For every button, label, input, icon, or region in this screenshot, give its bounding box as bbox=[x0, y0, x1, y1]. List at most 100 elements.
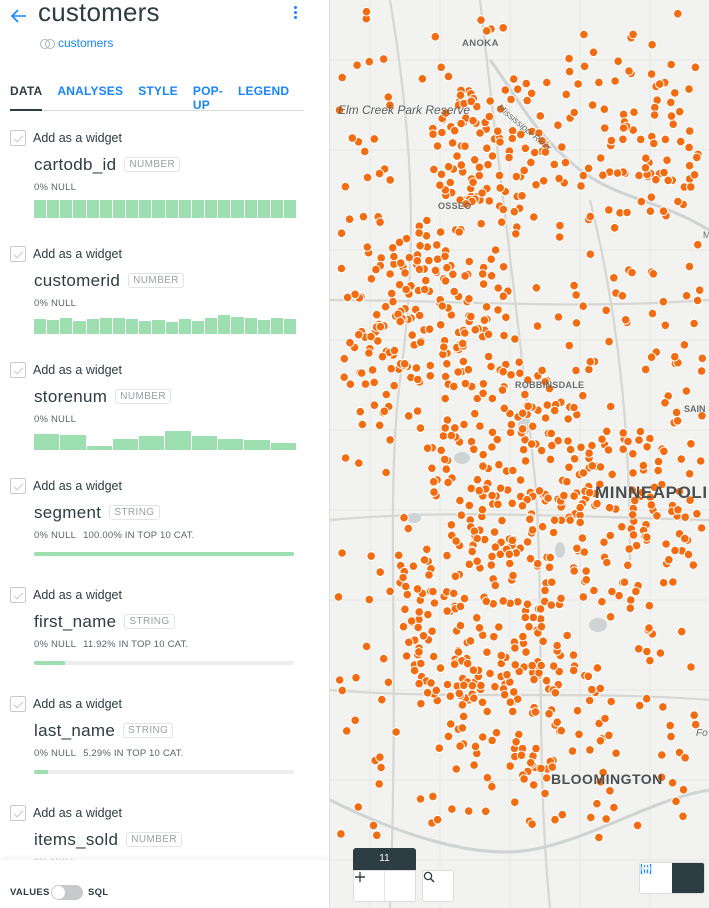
customer-point[interactable] bbox=[564, 462, 574, 473]
customer-point[interactable] bbox=[581, 575, 592, 585]
customer-point[interactable] bbox=[467, 680, 478, 691]
customer-point[interactable] bbox=[449, 659, 460, 670]
customer-point[interactable] bbox=[514, 357, 524, 368]
customer-point[interactable] bbox=[673, 8, 683, 19]
customer-point[interactable] bbox=[692, 509, 702, 519]
customer-point[interactable] bbox=[508, 570, 518, 581]
customer-point[interactable] bbox=[605, 612, 616, 622]
customer-point[interactable] bbox=[527, 421, 538, 432]
customer-point[interactable] bbox=[617, 291, 628, 301]
customer-point[interactable] bbox=[495, 137, 505, 147]
customer-point[interactable] bbox=[640, 163, 651, 173]
customer-point[interactable] bbox=[506, 94, 516, 105]
customer-point[interactable] bbox=[445, 691, 456, 702]
customer-point[interactable] bbox=[479, 315, 490, 326]
customer-point[interactable] bbox=[421, 275, 431, 286]
customer-point[interactable] bbox=[386, 288, 397, 299]
customer-point[interactable] bbox=[661, 539, 671, 549]
customer-point[interactable] bbox=[512, 84, 523, 94]
customer-point[interactable] bbox=[459, 593, 470, 604]
customer-point[interactable] bbox=[618, 134, 628, 145]
customer-point[interactable] bbox=[411, 363, 422, 373]
customer-point[interactable] bbox=[489, 631, 499, 642]
customer-point[interactable] bbox=[481, 302, 492, 312]
customer-point[interactable] bbox=[369, 377, 380, 388]
customer-point[interactable] bbox=[634, 435, 644, 445]
customer-point[interactable] bbox=[364, 348, 374, 358]
customer-point[interactable] bbox=[520, 143, 531, 154]
customer-point[interactable] bbox=[374, 168, 385, 179]
customer-point[interactable] bbox=[339, 353, 350, 364]
tab-pop-up[interactable]: POP-UP bbox=[193, 84, 223, 112]
customer-point[interactable] bbox=[477, 188, 487, 198]
customer-point[interactable] bbox=[684, 142, 694, 153]
customer-point[interactable] bbox=[552, 717, 562, 728]
customer-point[interactable] bbox=[508, 74, 519, 84]
customer-point[interactable] bbox=[464, 500, 475, 511]
customer-point[interactable] bbox=[505, 697, 516, 708]
customer-point[interactable] bbox=[464, 559, 475, 570]
customer-point[interactable] bbox=[642, 532, 652, 543]
customer-point[interactable] bbox=[586, 812, 596, 823]
customer-point[interactable] bbox=[376, 253, 387, 263]
customer-point[interactable] bbox=[477, 269, 488, 279]
customer-point[interactable] bbox=[604, 502, 615, 513]
customer-point[interactable] bbox=[455, 741, 465, 751]
customer-point[interactable] bbox=[504, 152, 514, 163]
tab-legend[interactable]: LEGEND bbox=[238, 84, 289, 111]
customer-point[interactable] bbox=[595, 153, 606, 163]
customer-point[interactable] bbox=[499, 330, 509, 341]
customer-point[interactable] bbox=[674, 106, 685, 117]
customer-point[interactable] bbox=[440, 393, 450, 404]
checkbox-icon[interactable] bbox=[10, 696, 26, 712]
customer-point[interactable] bbox=[578, 301, 588, 312]
customer-point[interactable] bbox=[494, 622, 504, 632]
customer-point[interactable] bbox=[492, 434, 503, 445]
customer-point[interactable] bbox=[618, 123, 629, 133]
customer-point[interactable] bbox=[689, 710, 700, 721]
customer-point[interactable] bbox=[493, 305, 503, 315]
customer-point[interactable] bbox=[640, 364, 651, 375]
customer-point[interactable] bbox=[457, 723, 468, 733]
customer-point[interactable] bbox=[414, 607, 424, 617]
customer-point[interactable] bbox=[451, 536, 461, 546]
customer-point[interactable] bbox=[671, 796, 681, 807]
customer-point[interactable] bbox=[415, 423, 426, 433]
customer-point[interactable] bbox=[670, 88, 680, 98]
customer-point[interactable] bbox=[594, 77, 604, 88]
customer-point[interactable] bbox=[375, 567, 386, 577]
customer-point[interactable] bbox=[487, 490, 497, 501]
customer-point[interactable] bbox=[569, 280, 579, 291]
customer-point[interactable] bbox=[623, 560, 633, 571]
customer-point[interactable] bbox=[498, 596, 508, 606]
customer-point[interactable] bbox=[629, 107, 639, 117]
customer-point[interactable] bbox=[505, 761, 515, 771]
customer-point[interactable] bbox=[641, 153, 651, 163]
customer-point[interactable] bbox=[655, 648, 666, 658]
customer-point[interactable] bbox=[544, 562, 555, 573]
customer-point[interactable] bbox=[490, 245, 501, 255]
customer-point[interactable] bbox=[604, 730, 614, 741]
customer-point[interactable] bbox=[422, 215, 432, 226]
customer-point[interactable] bbox=[534, 486, 545, 496]
customer-point[interactable] bbox=[689, 170, 700, 180]
customer-point[interactable] bbox=[443, 161, 454, 172]
customer-point[interactable] bbox=[641, 693, 652, 704]
customer-point[interactable] bbox=[366, 274, 377, 284]
customer-point[interactable] bbox=[625, 603, 636, 614]
customer-point[interactable] bbox=[450, 423, 460, 433]
customer-point[interactable] bbox=[550, 814, 560, 825]
customer-point[interactable] bbox=[458, 711, 469, 722]
customer-point[interactable] bbox=[646, 69, 657, 79]
customer-point[interactable] bbox=[627, 510, 638, 520]
customer-point[interactable] bbox=[585, 356, 596, 367]
customer-point[interactable] bbox=[487, 551, 497, 562]
customer-point[interactable] bbox=[442, 679, 453, 690]
customer-point[interactable] bbox=[474, 485, 484, 496]
customer-point[interactable] bbox=[428, 476, 439, 487]
customer-point[interactable] bbox=[498, 291, 509, 302]
customer-point[interactable] bbox=[460, 328, 470, 338]
customer-point[interactable] bbox=[345, 379, 356, 390]
customer-point[interactable] bbox=[396, 258, 406, 268]
customer-point[interactable] bbox=[391, 727, 401, 737]
